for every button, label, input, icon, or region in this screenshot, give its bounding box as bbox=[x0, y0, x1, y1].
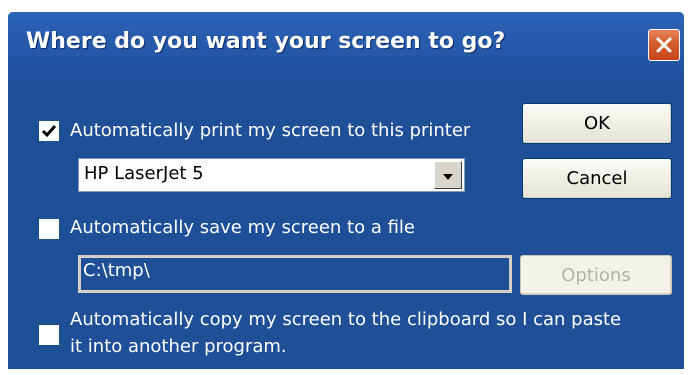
close-icon bbox=[655, 36, 673, 54]
print-label[interactable]: Automatically print my screen to this pr… bbox=[70, 119, 470, 143]
save-checkbox[interactable] bbox=[38, 218, 60, 240]
dialog-body: Automatically print my screen to this pr… bbox=[8, 80, 684, 369]
clipboard-label-line1[interactable]: Automatically copy my screen to the clip… bbox=[70, 308, 621, 332]
dialog-window: Where do you want your screen to go? Aut… bbox=[0, 0, 689, 375]
save-path-value: C:\tmp\ bbox=[83, 260, 150, 281]
printer-select-value: HP LaserJet 5 bbox=[84, 163, 204, 184]
save-label[interactable]: Automatically save my screen to a file bbox=[70, 216, 415, 240]
options-button[interactable]: Options bbox=[520, 255, 672, 295]
printer-select[interactable]: HP LaserJet 5 bbox=[78, 158, 465, 192]
printer-select-dropdown-button[interactable] bbox=[434, 161, 462, 189]
cancel-button[interactable]: Cancel bbox=[522, 158, 672, 199]
save-path-field[interactable]: C:\tmp\ bbox=[78, 255, 512, 293]
dialog-frame: Where do you want your screen to go? Aut… bbox=[8, 12, 684, 369]
title-bar[interactable]: Where do you want your screen to go? bbox=[8, 12, 684, 80]
window-title: Where do you want your screen to go? bbox=[26, 29, 506, 54]
clipboard-checkbox[interactable] bbox=[38, 324, 60, 346]
clipboard-label-line2[interactable]: it into another program. bbox=[70, 335, 287, 359]
print-checkbox[interactable] bbox=[38, 120, 60, 142]
ok-button[interactable]: OK bbox=[522, 103, 672, 144]
chevron-down-icon bbox=[442, 166, 454, 185]
close-button[interactable] bbox=[648, 29, 680, 61]
